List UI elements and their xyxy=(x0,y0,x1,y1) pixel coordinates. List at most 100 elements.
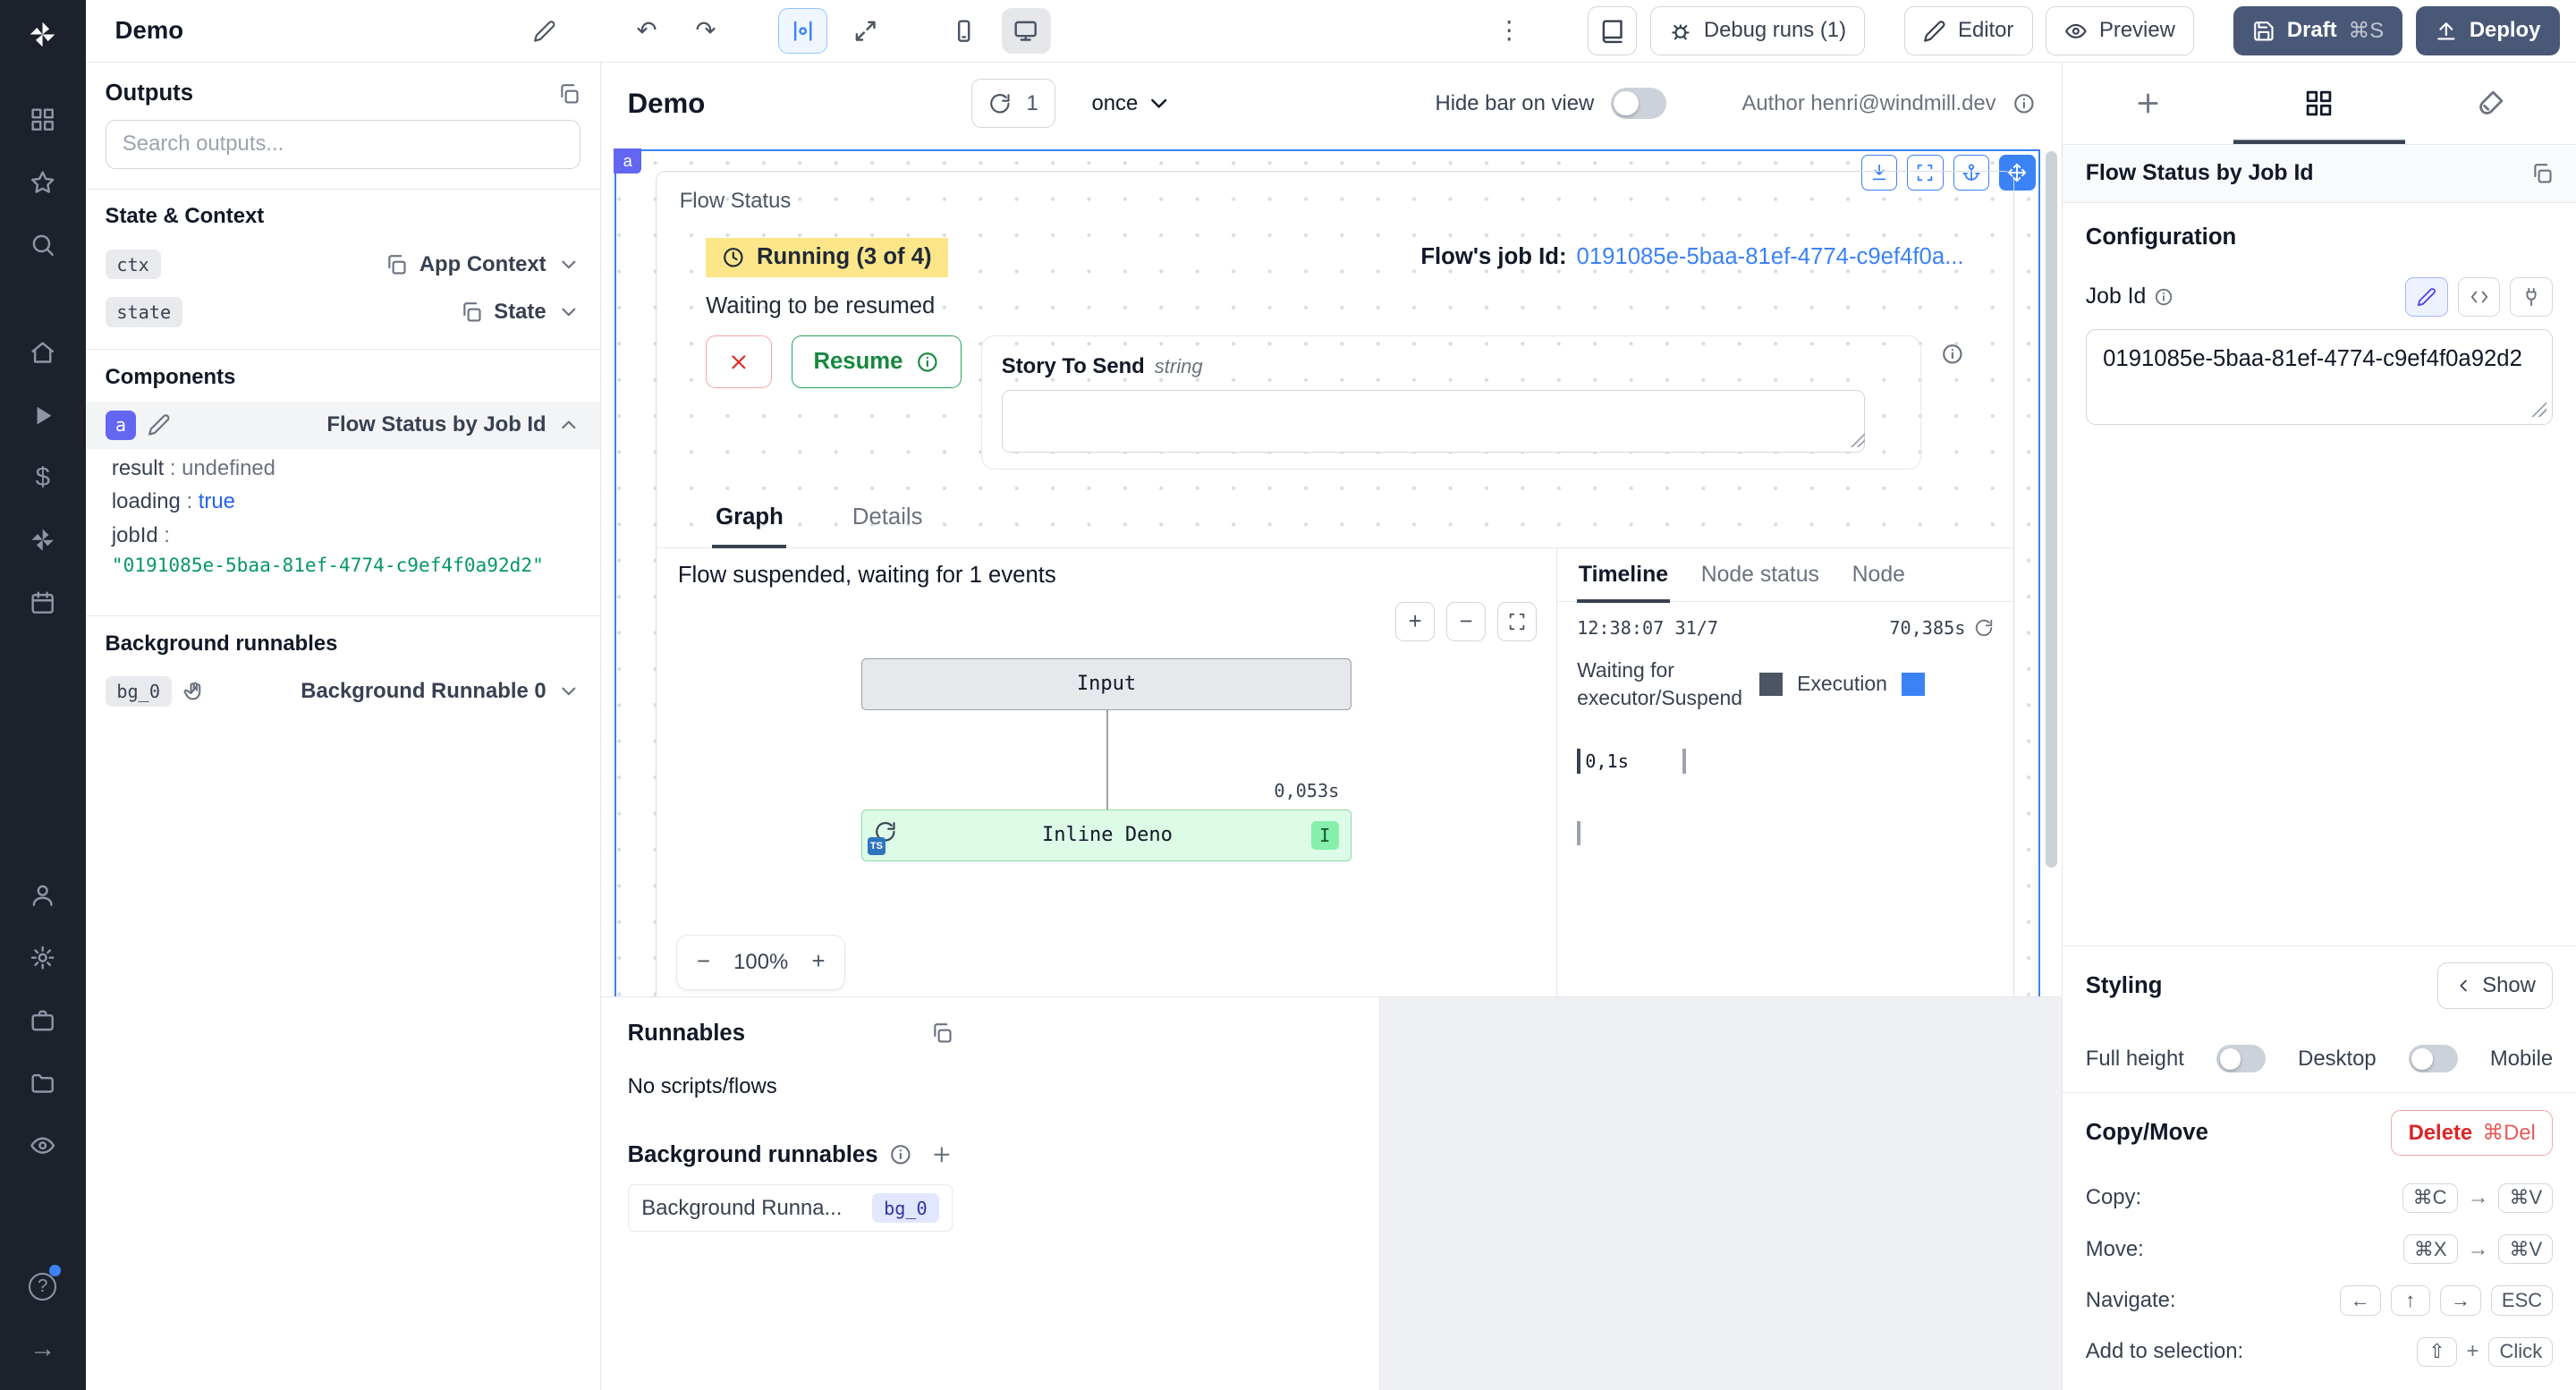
prop-result[interactable]: result : undefined xyxy=(112,453,600,486)
desktop-toggle[interactable] xyxy=(2409,1045,2458,1072)
mobile-view-button[interactable] xyxy=(939,8,988,54)
favorites-star-icon[interactable] xyxy=(13,155,72,210)
settings-gear-icon[interactable] xyxy=(13,930,72,986)
desktop-view-button[interactable] xyxy=(1002,8,1051,54)
info-icon[interactable] xyxy=(2154,287,2174,307)
layout-centered-button[interactable] xyxy=(778,8,827,54)
refresh-count-button[interactable]: 1 xyxy=(971,79,1055,128)
component-label: Flow Status by Job Id xyxy=(326,412,546,437)
hide-bar-toggle[interactable] xyxy=(1611,88,1666,119)
deploy-button[interactable]: Deploy xyxy=(2416,6,2560,55)
job-id-input[interactable]: 0191085e-5baa-81ef-4774-c9ef4f0a92d2 xyxy=(2086,329,2553,425)
tab-node-def[interactable]: Node xyxy=(1851,556,1907,601)
graph-fit-button[interactable] xyxy=(1497,602,1537,641)
redo-button[interactable]: ↷ xyxy=(682,8,728,54)
chevron-down-icon[interactable] xyxy=(557,253,580,276)
styling-tab[interactable] xyxy=(2405,63,2576,144)
chevron-up-icon[interactable] xyxy=(557,413,580,436)
canvas-column: Demo 1 once Hide bar on view Author henr… xyxy=(601,63,2062,1390)
insert-component-tab[interactable] xyxy=(2063,63,2233,144)
timeline-total: 70,385s xyxy=(1889,617,1965,639)
copy-icon[interactable] xyxy=(385,253,408,276)
tab-node-status[interactable]: Node status xyxy=(1699,556,1821,601)
schedule-select[interactable]: once xyxy=(1091,90,1172,116)
state-label: State xyxy=(494,300,546,325)
panel-toggle-icon[interactable] xyxy=(2530,162,2554,185)
flow-graph[interactable]: Flow suspended, waiting for 1 events + −… xyxy=(657,548,1556,997)
undo-button[interactable]: ↶ xyxy=(623,8,669,54)
state-row[interactable]: state State xyxy=(86,288,601,335)
variables-dollar-icon[interactable]: $ xyxy=(13,450,72,505)
story-label: Story To Send xyxy=(1002,354,1145,378)
info-icon[interactable] xyxy=(889,1143,912,1166)
chevron-down-icon[interactable] xyxy=(557,680,580,703)
flow-job-id-link[interactable]: 0191085e-5baa-81ef-4774-c9ef4f0a... xyxy=(1577,244,1964,270)
preview-button[interactable]: Preview xyxy=(2046,6,2194,55)
resources-pinwheel-icon[interactable] xyxy=(13,513,72,568)
draft-shortcut: ⌘S xyxy=(2348,18,2384,44)
tab-timeline[interactable]: Timeline xyxy=(1577,556,1670,603)
configuration-header: Configuration xyxy=(2086,225,2553,250)
panel-toggle-icon[interactable] xyxy=(930,1021,953,1045)
app-canvas[interactable]: a Flow Status Run xyxy=(601,145,2062,997)
selected-component-outline[interactable]: a Flow Status Run xyxy=(614,149,2040,997)
flow-status-component[interactable]: Flow Status Running (3 of 4) Flow's job … xyxy=(656,171,2014,997)
search-outputs-input[interactable] xyxy=(106,120,581,169)
eval-mode-button[interactable] xyxy=(2458,277,2501,317)
pencil-icon[interactable] xyxy=(148,413,171,436)
component-a-row[interactable]: a Flow Status by Job Id xyxy=(86,402,601,449)
chevron-down-icon[interactable] xyxy=(557,301,580,324)
delete-component-button[interactable]: Delete ⌘Del xyxy=(2391,1110,2553,1156)
zoom-in-button[interactable]: + xyxy=(799,943,838,982)
resume-button[interactable]: Resume xyxy=(792,335,962,388)
tab-details[interactable]: Details xyxy=(849,493,926,547)
draft-button[interactable]: Draft⌘S xyxy=(2233,6,2402,55)
prop-loading[interactable]: loading : true xyxy=(112,486,600,519)
connect-mode-button[interactable] xyxy=(2510,277,2553,317)
graph-zoom-out-button[interactable]: − xyxy=(1446,602,1486,641)
more-menu-button[interactable]: ⋮ xyxy=(1487,8,1532,54)
home-icon[interactable] xyxy=(13,326,72,381)
audit-eye-icon[interactable] xyxy=(13,1117,72,1173)
fullscreen-button[interactable] xyxy=(841,8,890,54)
info-icon[interactable] xyxy=(1941,343,1964,366)
panel-toggle-icon[interactable] xyxy=(557,82,580,106)
tab-graph[interactable]: Graph xyxy=(712,493,786,548)
debug-runs-button[interactable]: Debug runs (1) xyxy=(1650,6,1865,55)
full-height-toggle[interactable] xyxy=(2216,1045,2266,1072)
graph-node-input[interactable]: Input xyxy=(861,658,1351,711)
story-textarea[interactable] xyxy=(1002,390,1865,453)
component-settings-tab[interactable] xyxy=(2233,63,2404,144)
add-selection-shortcut-row: Add to selection: ⇧ + Click xyxy=(2063,1326,2576,1390)
copy-icon[interactable] xyxy=(460,301,483,324)
resize-grip[interactable] xyxy=(2531,402,2546,417)
zoom-out-button[interactable]: − xyxy=(683,943,723,982)
runs-play-icon[interactable] xyxy=(13,387,72,443)
bg-runnable-row[interactable]: bg_0 Background Runnable 0 xyxy=(86,667,601,715)
editor-button[interactable]: Editor xyxy=(1904,6,2032,55)
graph-node-inline-deno[interactable]: TS Inline Deno I xyxy=(861,809,1351,862)
schedules-calendar-icon[interactable] xyxy=(13,575,72,631)
canvas-scrollbar[interactable] xyxy=(2046,151,2057,868)
ctx-row[interactable]: ctx App Context xyxy=(86,241,601,288)
workers-briefcase-icon[interactable] xyxy=(13,992,72,1047)
show-styling-button[interactable]: Show xyxy=(2437,962,2554,1008)
graph-zoom-in-button[interactable]: + xyxy=(1395,602,1435,641)
folders-icon[interactable] xyxy=(13,1055,72,1110)
bg-runnable-item[interactable]: Background Runna... bg_0 xyxy=(628,1184,953,1233)
static-mode-button[interactable] xyxy=(2405,277,2448,317)
prop-jobid[interactable]: jobId : xyxy=(112,519,600,552)
expand-sidebar-icon[interactable]: → xyxy=(13,1321,72,1377)
docs-button[interactable] xyxy=(1588,6,1637,55)
main-column: Demo ↶ ↷ ⋮ Debug runs (1) Editor Preview… xyxy=(86,0,2576,1390)
info-icon[interactable] xyxy=(2012,92,2036,115)
help-icon[interactable]: ? xyxy=(13,1259,72,1314)
add-runnable-button[interactable] xyxy=(930,1143,953,1166)
apps-grid-icon[interactable] xyxy=(13,92,72,148)
cancel-flow-button[interactable] xyxy=(706,335,771,388)
search-icon[interactable] xyxy=(13,216,72,272)
edit-title-button[interactable] xyxy=(521,8,567,54)
resize-grip[interactable] xyxy=(1850,433,1865,448)
users-icon[interactable] xyxy=(13,868,72,923)
navigate-shortcut-row: Navigate: ← ↑ → ESC xyxy=(2063,1275,2576,1326)
